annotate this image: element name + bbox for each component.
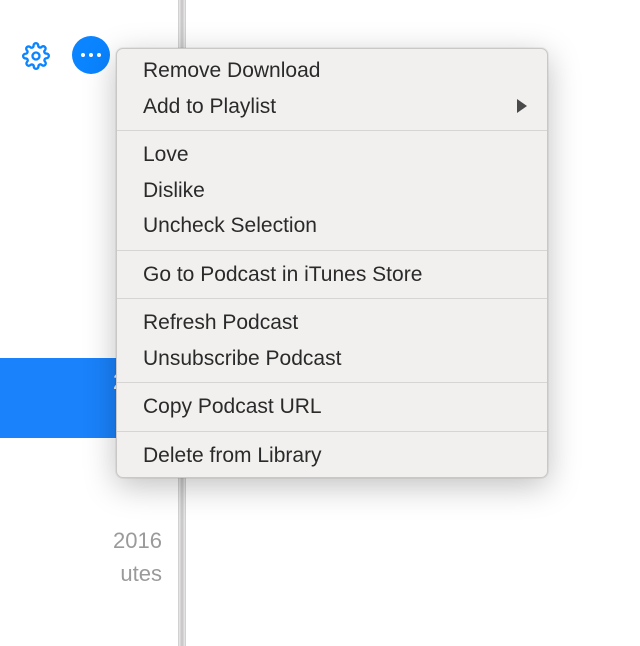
menu-item-remove-download[interactable]: Remove Download [117,53,547,89]
menu-item-label: Love [143,139,189,171]
menu-item-label: Go to Podcast in iTunes Store [143,259,422,291]
menu-item-refresh-podcast[interactable]: Refresh Podcast [117,305,547,341]
menu-item-dislike[interactable]: Dislike [117,173,547,209]
list-item[interactable]: 2016 utes [0,524,178,590]
menu-separator [117,250,547,251]
menu-item-delete-from-library[interactable]: Delete from Library [117,438,547,474]
menu-item-label: Unsubscribe Podcast [143,343,341,375]
menu-item-label: Copy Podcast URL [143,391,322,423]
menu-item-label: Add to Playlist [143,91,276,123]
more-button[interactable] [72,36,110,74]
menu-item-copy-podcast-url[interactable]: Copy Podcast URL [117,389,547,425]
more-icon [81,53,101,57]
menu-item-go-to-podcast-in-itunes-store[interactable]: Go to Podcast in iTunes Store [117,257,547,293]
menu-separator [117,298,547,299]
menu-separator [117,382,547,383]
menu-item-label: Delete from Library [143,440,322,472]
menu-item-label: Remove Download [143,55,320,87]
menu-separator [117,431,547,432]
menu-separator [117,130,547,131]
menu-item-unsubscribe-podcast[interactable]: Unsubscribe Podcast [117,341,547,377]
item-duration-fragment: utes [120,557,162,590]
item-year: 2016 [113,524,162,557]
menu-item-love[interactable]: Love [117,137,547,173]
menu-item-uncheck-selection[interactable]: Uncheck Selection [117,208,547,244]
menu-item-label: Uncheck Selection [143,210,317,242]
menu-item-label: Refresh Podcast [143,307,298,339]
menu-item-label: Dislike [143,175,205,207]
context-menu: Remove Download Add to Playlist Love Dislik… [116,48,548,478]
gear-icon[interactable] [22,42,50,70]
submenu-arrow-icon [517,99,527,113]
menu-item-add-to-playlist[interactable]: Add to Playlist [117,89,547,125]
